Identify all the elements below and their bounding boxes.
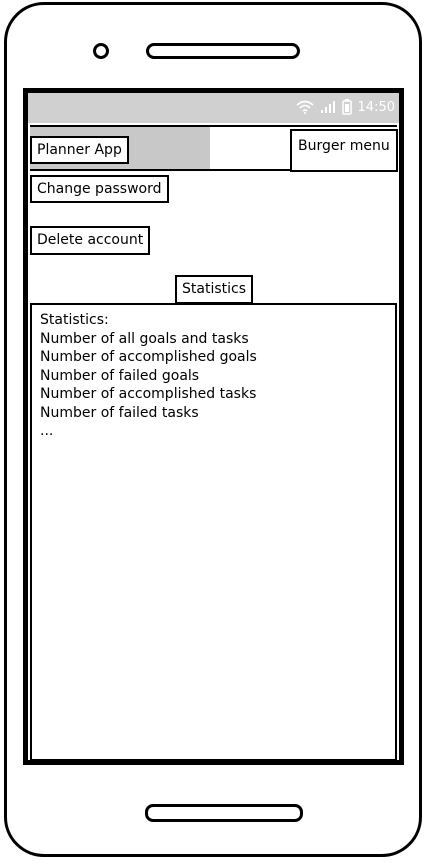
- stat-line: Number of failed tasks: [40, 404, 199, 421]
- signal-icon: [320, 101, 335, 113]
- status-icons: 14:50: [296, 99, 395, 115]
- stat-line: Number of accomplished goals: [40, 349, 257, 365]
- camera-icon: [93, 43, 109, 59]
- home-button[interactable]: [145, 804, 303, 822]
- battery-icon: [341, 99, 352, 115]
- stat-line: Number of all goals and tasks: [40, 330, 249, 347]
- change-password-button[interactable]: Change password: [30, 175, 169, 203]
- speaker-grille: [146, 43, 300, 59]
- stat-line: Number of accomplished tasks: [40, 386, 257, 402]
- statistics-heading: Statistics:: [40, 312, 109, 328]
- burger-menu-button[interactable]: Burger menu: [290, 129, 398, 172]
- stat-ellipsis: ...: [40, 423, 54, 439]
- status-bar: 14:50: [28, 93, 399, 123]
- wifi-icon: [296, 100, 314, 114]
- status-time: 14:50: [357, 99, 395, 115]
- statistics-button[interactable]: Statistics: [175, 275, 253, 304]
- delete-account-button[interactable]: Delete account: [30, 226, 151, 255]
- stat-line: Number of failed goals: [40, 367, 200, 384]
- app-title: Planner App: [30, 136, 129, 164]
- statistics-panel: Statistics: Number of all goals and task…: [30, 303, 397, 761]
- phone-screen: 14:50 Planner App Burger menu Change pas…: [23, 88, 404, 765]
